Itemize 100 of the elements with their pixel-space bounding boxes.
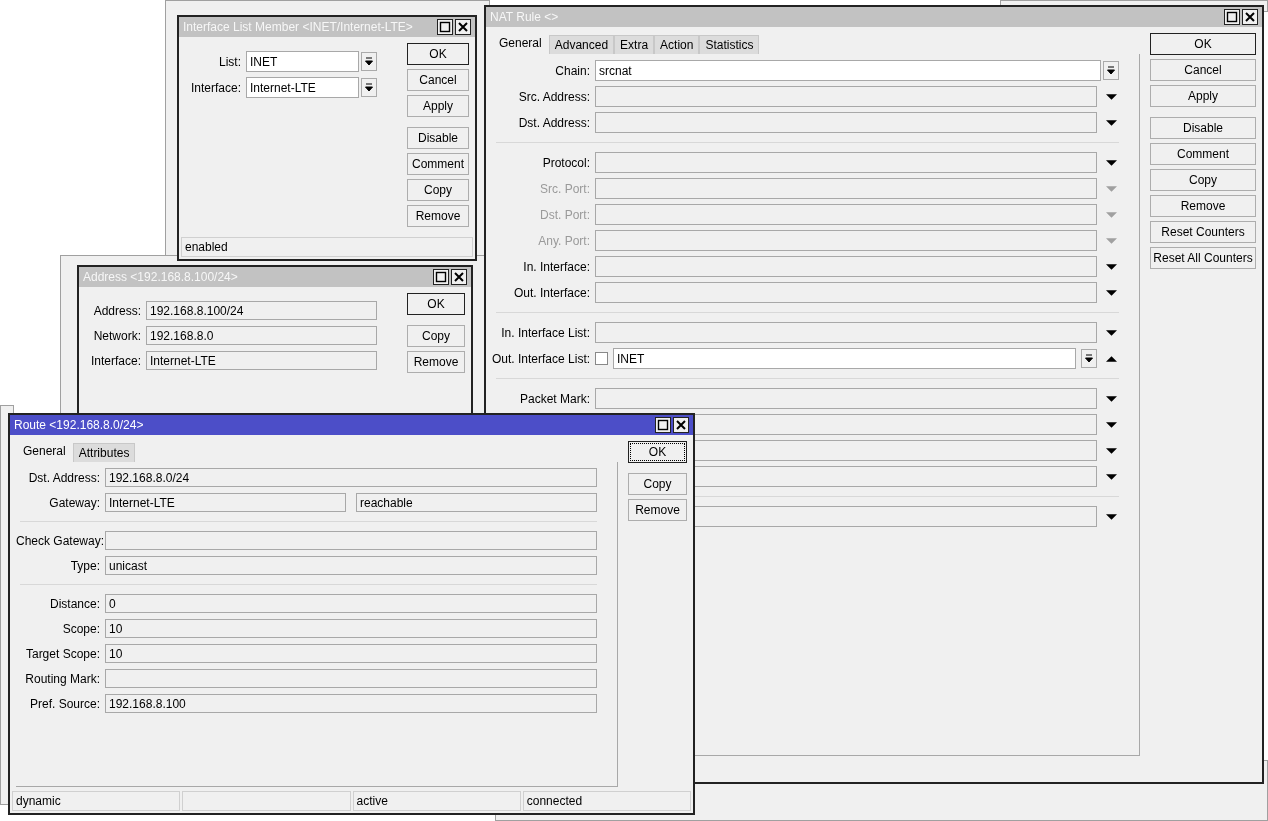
- dialog-button[interactable]: OK: [628, 441, 687, 463]
- field-label: Target Scope:: [24, 646, 100, 661]
- field-label: Gateway:: [48, 495, 100, 510]
- field-label: Out. Interface List:: [492, 351, 590, 366]
- dialog-button[interactable]: OK: [407, 293, 465, 315]
- collapse-arrow-icon[interactable]: [1106, 355, 1117, 362]
- close-icon[interactable]: [451, 269, 467, 285]
- dialog-button[interactable]: Reset All Counters: [1150, 247, 1256, 269]
- input-field[interactable]: INET: [246, 51, 359, 72]
- dropdown-field[interactable]: [595, 388, 1097, 409]
- tab[interactable]: Advanced: [548, 35, 615, 54]
- checkbox[interactable]: [595, 352, 608, 365]
- maximize-icon[interactable]: [655, 417, 671, 433]
- tab[interactable]: Extra: [614, 35, 655, 54]
- dialog-button[interactable]: Comment: [407, 153, 469, 175]
- status-cell: dynamic: [12, 791, 181, 811]
- dropdown-field[interactable]: [595, 282, 1097, 303]
- dialog-button[interactable]: Comment: [1150, 143, 1256, 165]
- field-label: Type:: [69, 558, 100, 573]
- close-icon[interactable]: [673, 417, 689, 433]
- maximize-icon[interactable]: [433, 269, 449, 285]
- close-icon[interactable]: [1242, 9, 1258, 25]
- field-label: Interface:: [89, 353, 141, 368]
- field-label: Address:: [92, 303, 141, 318]
- dialog-button[interactable]: Copy: [1150, 169, 1256, 191]
- field-label: In. Interface:: [522, 259, 590, 274]
- field-label: Scope:: [61, 621, 100, 636]
- readonly-field: 10: [105, 619, 597, 638]
- readonly-field: unicast: [105, 556, 597, 575]
- input-field[interactable]: INET: [613, 348, 1076, 369]
- dropdown-arrow-icon[interactable]: [1106, 119, 1117, 126]
- dropdown-arrow-icon[interactable]: [1106, 473, 1117, 480]
- field-label: Dst. Port:: [539, 207, 590, 222]
- dialog-button[interactable]: OK: [407, 43, 469, 65]
- close-icon[interactable]: [455, 19, 471, 35]
- window-title: Route <192.168.8.0/24>: [14, 418, 144, 432]
- dropdown-field[interactable]: [595, 256, 1097, 277]
- readonly-field: 192.168.8.0/24: [105, 468, 597, 487]
- field-label: Interface:: [189, 80, 241, 95]
- dropdown-field[interactable]: [595, 178, 1097, 199]
- field-label: Distance:: [48, 596, 100, 611]
- readonly-field: 192.168.8.100/24: [146, 301, 377, 320]
- maximize-icon[interactable]: [437, 19, 453, 35]
- dropdown-arrow-icon[interactable]: [1106, 329, 1117, 336]
- field-label: Dst. Address:: [27, 470, 100, 485]
- dropdown-field[interactable]: [595, 152, 1097, 173]
- dropdown-field[interactable]: [595, 112, 1097, 133]
- dialog-button[interactable]: OK: [1150, 33, 1256, 55]
- dialog-button[interactable]: Remove: [628, 499, 687, 521]
- title-bar[interactable]: Route <192.168.8.0/24>: [10, 415, 693, 435]
- input-field[interactable]: srcnat: [595, 60, 1101, 81]
- field-label: Network:: [92, 328, 141, 343]
- dropdown-icon[interactable]: [361, 51, 377, 72]
- dialog-button[interactable]: Remove: [407, 205, 469, 227]
- readonly-field: Internet-LTE: [105, 493, 346, 512]
- dialog-button[interactable]: Reset Counters: [1150, 221, 1256, 243]
- dialog-button[interactable]: Copy: [628, 473, 687, 495]
- dropdown-arrow-icon[interactable]: [1106, 159, 1117, 166]
- dropdown-arrow-icon[interactable]: [1106, 513, 1117, 520]
- field-label: Protocol:: [541, 155, 590, 170]
- dropdown-icon[interactable]: [1081, 348, 1097, 369]
- field-label: Packet Mark:: [518, 391, 590, 406]
- input-field[interactable]: Internet-LTE: [246, 77, 359, 98]
- dropdown-arrow-icon[interactable]: [1106, 263, 1117, 270]
- readonly-field: 10: [105, 644, 597, 663]
- dropdown-arrow-icon[interactable]: [1106, 395, 1117, 402]
- dialog-button[interactable]: Remove: [1150, 195, 1256, 217]
- dialog-button[interactable]: Disable: [1150, 117, 1256, 139]
- maximize-icon[interactable]: [1224, 9, 1240, 25]
- dialog-button[interactable]: Disable: [407, 127, 469, 149]
- dialog-button[interactable]: Apply: [407, 95, 469, 117]
- status-cell: connected: [522, 791, 691, 811]
- dropdown-arrow-icon[interactable]: [1106, 421, 1117, 428]
- field-label: Dst. Address:: [517, 115, 590, 130]
- dropdown-arrow-icon[interactable]: [1106, 289, 1117, 296]
- field-label: Out. Interface:: [512, 285, 590, 300]
- readonly-field: 192.168.8.100: [105, 694, 597, 713]
- field-label: Any. Port:: [537, 233, 590, 248]
- dropdown-icon[interactable]: [1103, 60, 1119, 81]
- field-label: Pref. Source:: [28, 696, 100, 711]
- dropdown-arrow-icon[interactable]: [1106, 447, 1117, 454]
- dropdown-field[interactable]: [595, 204, 1097, 225]
- dialog-button[interactable]: Copy: [407, 179, 469, 201]
- tab[interactable]: Action: [654, 35, 700, 54]
- dialog-button[interactable]: Copy: [407, 325, 465, 347]
- dropdown-field[interactable]: [595, 322, 1097, 343]
- tab[interactable]: Attributes: [72, 443, 136, 462]
- dropdown-field[interactable]: [595, 230, 1097, 251]
- dialog-button[interactable]: Cancel: [1150, 59, 1256, 81]
- field-label: In. Interface List:: [500, 325, 590, 340]
- dropdown-arrow-icon[interactable]: [1106, 93, 1117, 100]
- readonly-field: 192.168.8.0: [146, 326, 377, 345]
- dialog-button[interactable]: Apply: [1150, 85, 1256, 107]
- dialog-button[interactable]: Remove: [407, 351, 465, 373]
- dropdown-icon[interactable]: [361, 77, 377, 98]
- field-label: List:: [218, 54, 241, 69]
- dialog-button[interactable]: Cancel: [407, 69, 469, 91]
- tab[interactable]: Statistics: [699, 35, 760, 54]
- dropdown-field[interactable]: [595, 86, 1097, 107]
- readonly-field: reachable: [356, 493, 597, 512]
